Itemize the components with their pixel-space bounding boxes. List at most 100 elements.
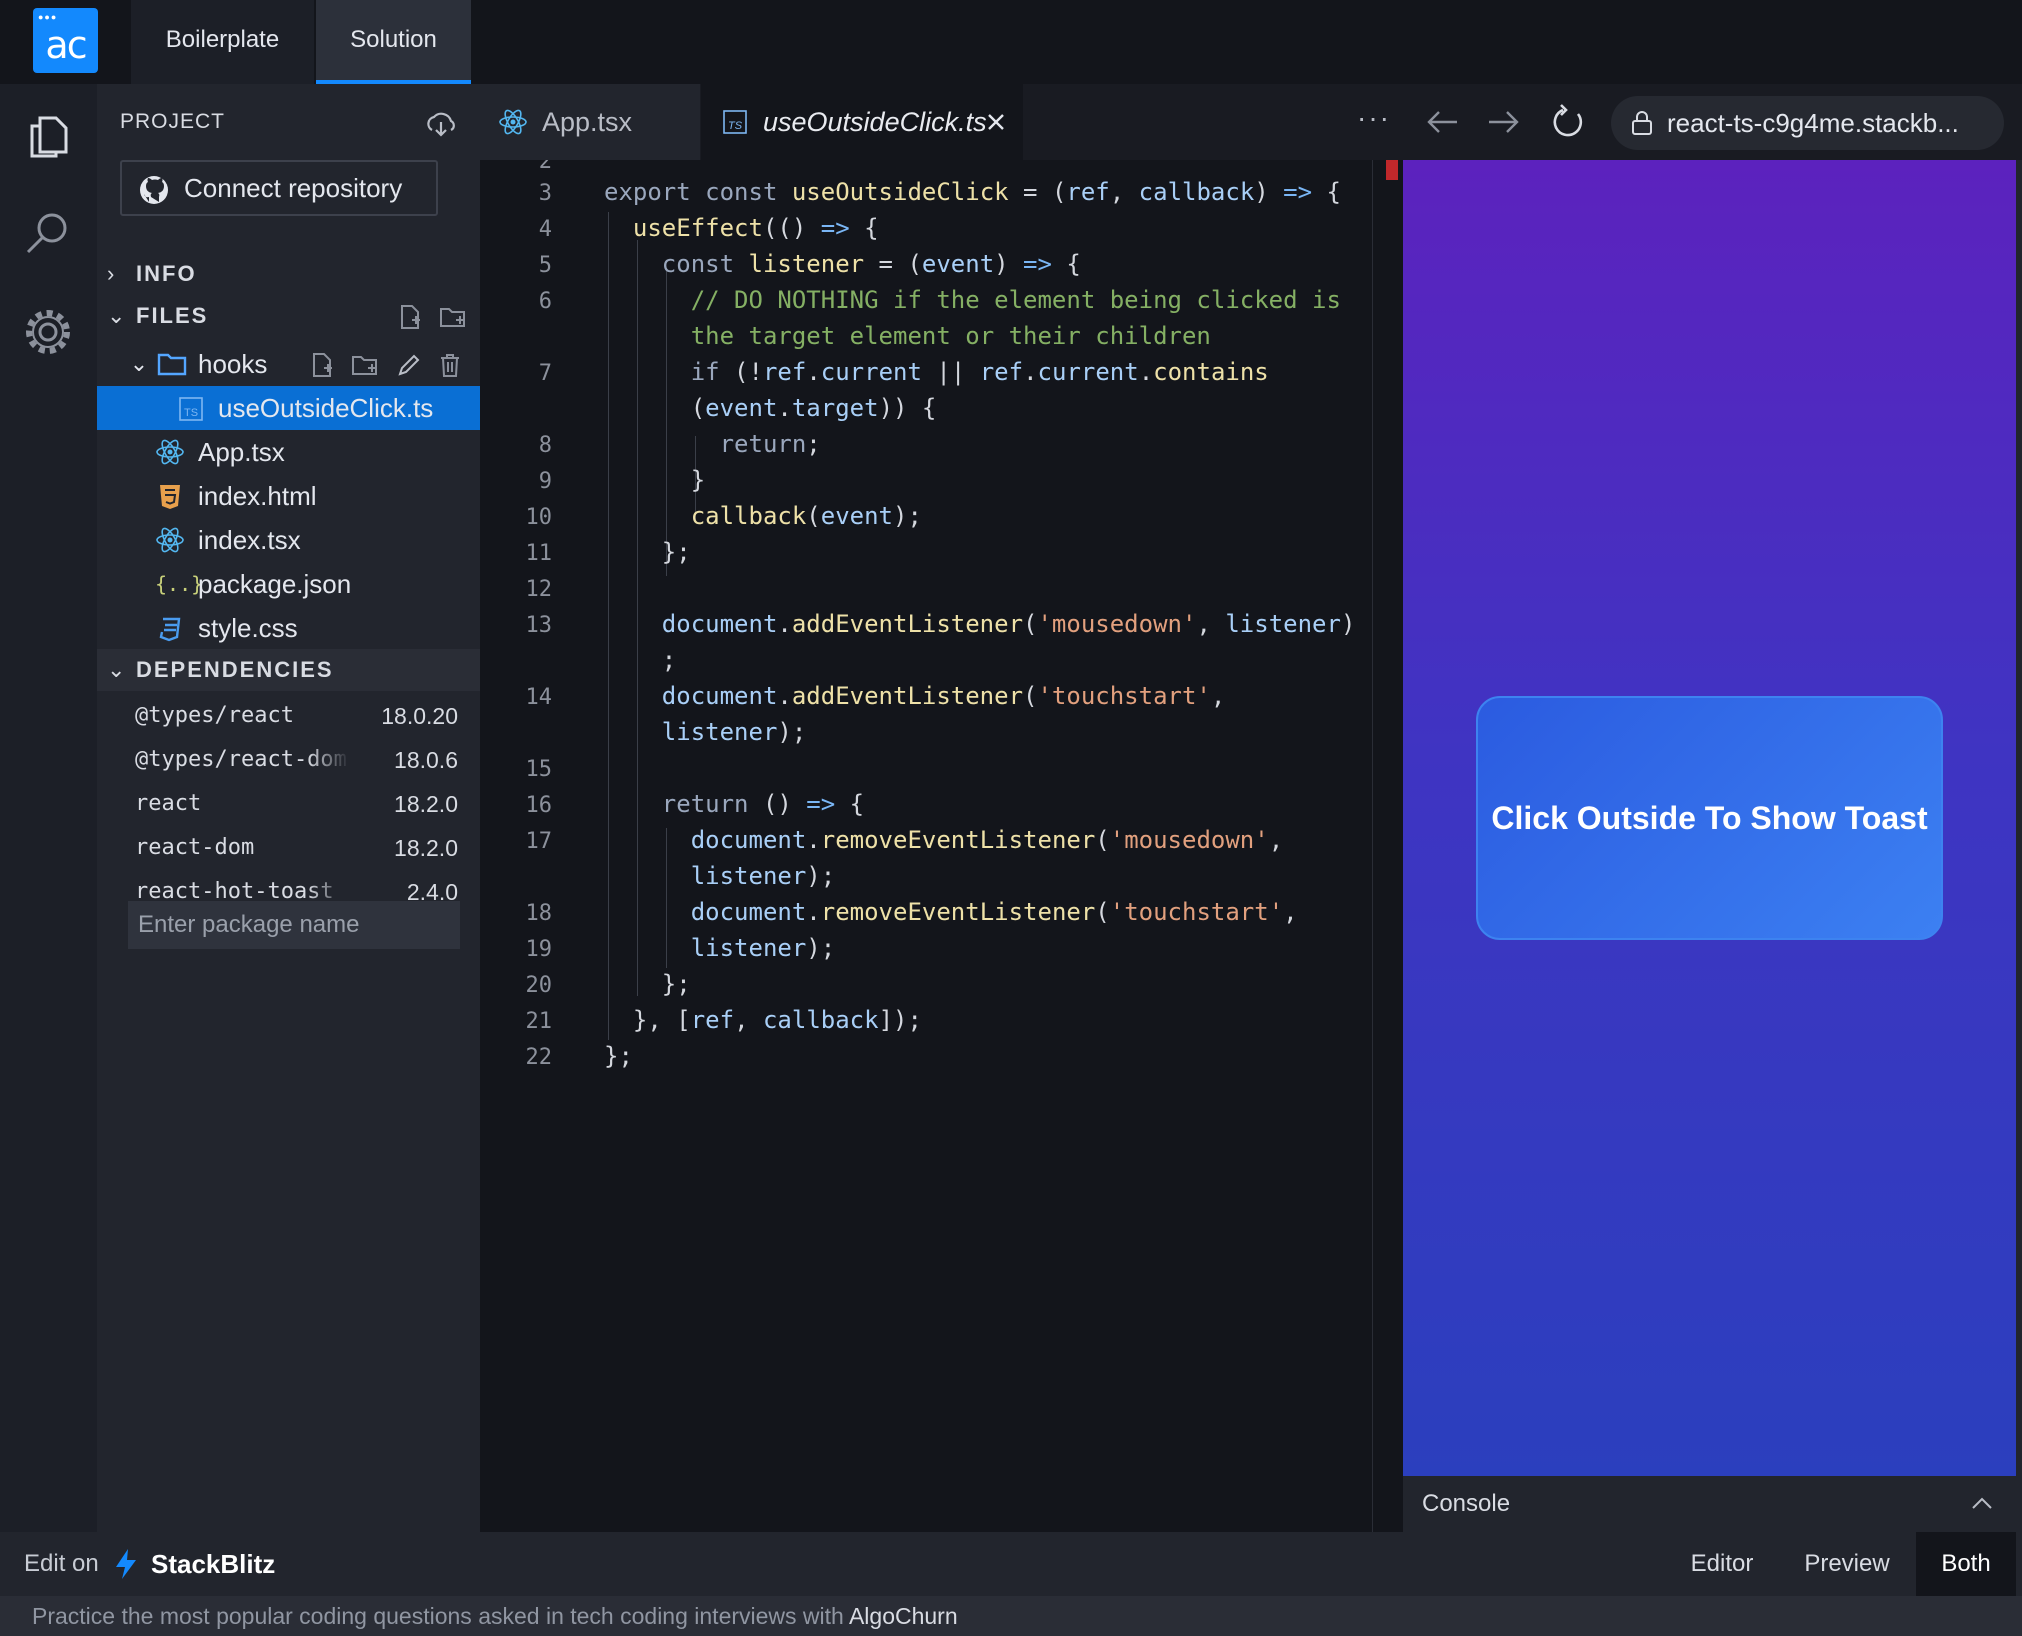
- folder-hooks[interactable]: ⌄ hooks: [97, 342, 480, 386]
- file-name: App.tsx: [198, 437, 285, 467]
- banner-text: Practice the most popular coding questio…: [32, 1603, 844, 1629]
- line-number: 6: [538, 289, 552, 314]
- new-file-icon[interactable]: [309, 352, 335, 378]
- file-index-html[interactable]: index.html: [97, 474, 480, 518]
- stackblitz-bolt-icon: [116, 1549, 136, 1579]
- dependencies-label: DEPENDENCIES: [136, 657, 334, 682]
- dependency-row[interactable]: @types/react 18.0.20: [97, 694, 480, 738]
- view-editor-button[interactable]: Editor: [1672, 1532, 1772, 1596]
- react-icon: [156, 527, 184, 553]
- view-both-button[interactable]: Both: [1916, 1532, 2016, 1596]
- window-dots-icon: ●●●: [38, 12, 58, 22]
- line-number: 14: [525, 685, 553, 710]
- typescript-icon: TS: [723, 110, 747, 134]
- settings-gear-icon[interactable]: [18, 302, 78, 362]
- chevron-up-icon[interactable]: [1970, 1494, 1994, 1514]
- promo-banner: Practice the most popular coding questio…: [0, 1596, 2022, 1636]
- dependency-row[interactable]: @types/react-dom 18.0.6: [97, 738, 480, 782]
- back-arrow-icon[interactable]: [1425, 106, 1459, 138]
- dependency-version: 18.2.0: [394, 835, 458, 861]
- dependency-name: react-dom: [135, 835, 255, 860]
- html5-icon: [160, 485, 180, 509]
- algochurn-link[interactable]: AlgoChurn: [849, 1603, 958, 1629]
- file-index-tsx[interactable]: index.tsx: [97, 518, 480, 562]
- cloud-download-icon[interactable]: [424, 110, 458, 138]
- chevron-right-icon: ›: [107, 261, 115, 286]
- new-file-icon[interactable]: [397, 304, 423, 330]
- preview-scrollbar[interactable]: [2016, 160, 2022, 1532]
- editor-ruler: [1372, 160, 1373, 1532]
- react-icon: [156, 439, 184, 465]
- line-number: 10: [525, 505, 553, 530]
- rename-pencil-icon[interactable]: [396, 352, 422, 378]
- svg-text:TS: TS: [184, 407, 198, 419]
- address-url: react-ts-c9g4me.stackb...: [1667, 108, 1959, 138]
- line-number: 3: [538, 181, 552, 206]
- files-label: FILES: [136, 303, 209, 328]
- search-icon[interactable]: [18, 204, 78, 264]
- editor-tab-useOutsideClick-ts[interactable]: TS useOutsideClick.ts: [701, 84, 1023, 160]
- preview-pane: Click Outside To Show Toast: [1403, 160, 2016, 1476]
- file-name: index.tsx: [198, 525, 301, 555]
- close-tab-icon[interactable]: [986, 112, 1006, 132]
- dependency-row[interactable]: react-dom 18.2.0: [97, 826, 480, 870]
- line-number: 8: [538, 433, 552, 458]
- dependency-row[interactable]: react 18.2.0: [97, 782, 480, 826]
- connect-repository-label: Connect repository: [184, 173, 403, 203]
- chevron-down-icon: ⌄: [107, 303, 126, 328]
- code-editor[interactable]: 2 3 4 5 6 7 8 9 10 11 12 13 14 15 16 17 18 19 20 21 22 expor…: [480, 160, 1403, 1532]
- dependency-name: react: [135, 791, 202, 816]
- section-info[interactable]: › INFO: [97, 253, 480, 295]
- line-number: 16: [525, 793, 553, 818]
- dependency-version: 18.2.0: [394, 791, 458, 817]
- lock-icon: [1632, 111, 1652, 135]
- editor-tab-app-tsx[interactable]: App.tsx: [480, 84, 700, 160]
- address-bar[interactable]: react-ts-c9g4me.stackb...: [1611, 96, 2004, 150]
- file-name: useOutsideClick.ts: [218, 393, 434, 423]
- file-app-tsx[interactable]: App.tsx: [97, 430, 480, 474]
- delete-trash-icon[interactable]: [439, 352, 461, 378]
- dependency-version: 18.0.20: [381, 703, 458, 729]
- file-package-json[interactable]: {..} package.json: [97, 562, 480, 606]
- package-name-input[interactable]: [128, 901, 460, 949]
- more-actions-icon[interactable]: ···: [1357, 102, 1391, 134]
- section-dependencies[interactable]: ⌄ DEPENDENCIES: [97, 649, 480, 691]
- section-files[interactable]: ⌄ FILES: [97, 295, 480, 337]
- tab-boilerplate[interactable]: Boilerplate: [131, 0, 314, 84]
- chevron-down-icon: ⌄: [107, 657, 126, 682]
- algochurn-logo[interactable]: ●●● ac: [33, 8, 98, 73]
- view-preview-button[interactable]: Preview: [1786, 1532, 1908, 1596]
- footer-bar: Edit on StackBlitz Editor Preview Both: [0, 1532, 2022, 1596]
- new-folder-icon[interactable]: [439, 304, 467, 330]
- tab-solution[interactable]: Solution: [316, 0, 471, 84]
- dependency-name: @types/react-dom: [135, 747, 347, 772]
- console-panel[interactable]: Console: [1403, 1476, 2016, 1532]
- files-icon[interactable]: [18, 106, 78, 166]
- edit-on-label: Edit on: [24, 1550, 99, 1577]
- click-outside-toast-button[interactable]: Click Outside To Show Toast: [1476, 696, 1943, 940]
- stackblitz-link[interactable]: StackBlitz: [151, 1532, 275, 1596]
- file-name: index.html: [198, 481, 317, 511]
- folder-name: hooks: [198, 349, 268, 379]
- line-number: 13: [525, 613, 553, 638]
- forward-arrow-icon[interactable]: [1487, 106, 1521, 138]
- line-number: 20: [525, 973, 553, 998]
- info-label: INFO: [136, 261, 197, 286]
- file-name: package.json: [198, 569, 352, 599]
- project-sidebar: PROJECT Connect repository › INFO ⌄ FILE…: [97, 84, 480, 1532]
- connect-repository-button[interactable]: Connect repository: [120, 160, 438, 216]
- reload-icon[interactable]: [1551, 104, 1585, 140]
- json-icon: {..}: [155, 572, 204, 596]
- new-folder-icon[interactable]: [351, 352, 379, 378]
- file-style-css[interactable]: style.css: [97, 606, 480, 650]
- line-number: 4: [538, 217, 552, 242]
- svg-text:TS: TS: [728, 120, 743, 132]
- file-useOutsideClick-ts[interactable]: TS useOutsideClick.ts: [97, 386, 480, 430]
- line-number: 18: [525, 901, 553, 926]
- css3-icon: [159, 617, 181, 642]
- line-number: 19: [525, 937, 553, 962]
- line-number: 7: [538, 361, 552, 386]
- github-icon: [140, 176, 168, 204]
- dependency-version: 18.0.6: [394, 747, 458, 773]
- preview-toolbar: react-ts-c9g4me.stackb...: [1403, 84, 2022, 160]
